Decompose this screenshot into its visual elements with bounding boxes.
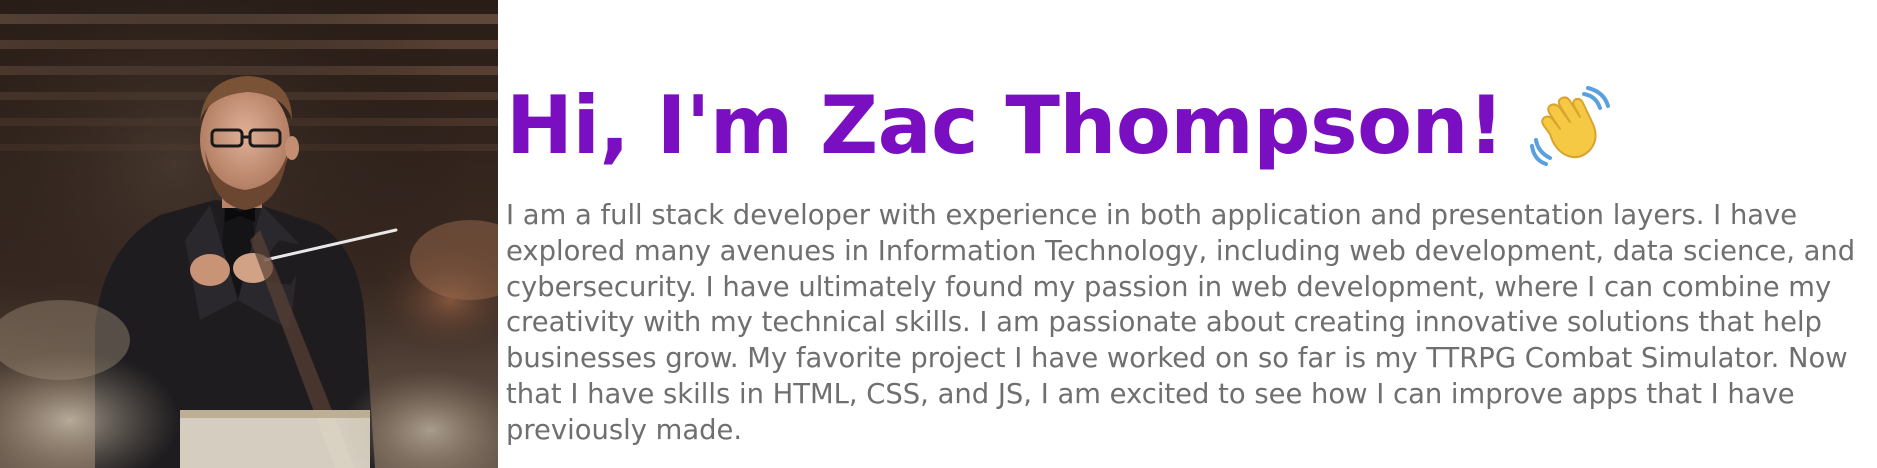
- greeting-row: Hi, I'm Zac Thompson!: [506, 78, 1610, 174]
- profile-photo: [0, 0, 498, 468]
- bio-paragraph: I am a full stack developer with experie…: [506, 200, 1856, 446]
- intro-content: Hi, I'm Zac Thompson! I am a full stack …: [498, 0, 1877, 468]
- conductor-illustration: [0, 0, 498, 468]
- hero-section: Hi, I'm Zac Thompson! I am a full stack …: [0, 0, 1877, 468]
- waving-hand-icon: [1529, 86, 1610, 166]
- page-title: Hi, I'm Zac Thompson!: [506, 79, 1504, 172]
